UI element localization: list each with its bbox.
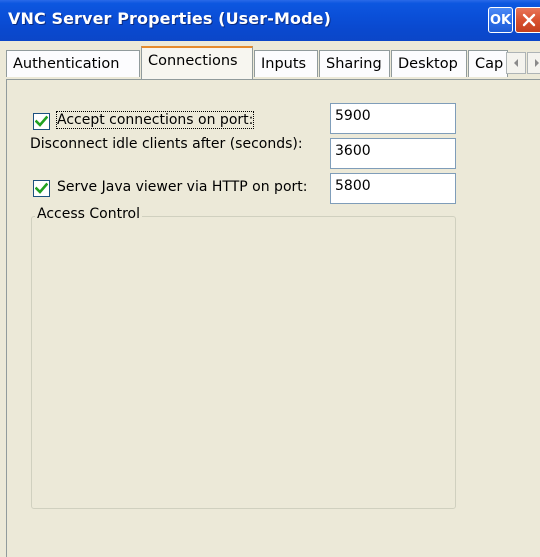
- vnc-properties-window: VNC Server Properties (User-Mode) OK Aut…: [0, 0, 540, 557]
- title-bar[interactable]: VNC Server Properties (User-Mode) OK: [0, 0, 540, 42]
- window-title: VNC Server Properties (User-Mode): [8, 9, 332, 28]
- tab-capture[interactable]: Cap: [468, 50, 508, 77]
- tab-connections[interactable]: Connections: [141, 46, 253, 79]
- accept-connections-checkbox[interactable]: [33, 113, 50, 130]
- checkmark-icon: [35, 115, 48, 127]
- checkmark-icon: [35, 182, 48, 194]
- access-control-group: [31, 216, 456, 509]
- accept-connections-label[interactable]: Accept connections on port:: [55, 111, 255, 129]
- tab-authentication[interactable]: Authentication: [6, 50, 140, 77]
- tab-inputs[interactable]: Inputs: [254, 50, 318, 77]
- access-control-title: Access Control: [35, 206, 142, 222]
- tab-desktop[interactable]: Desktop: [391, 50, 467, 77]
- close-icon: [522, 13, 536, 27]
- java-port-field[interactable]: 5800: [330, 173, 456, 204]
- idle-timeout-label: Disconnect idle clients after (seconds):: [30, 136, 303, 152]
- tab-sharing[interactable]: Sharing: [319, 50, 390, 77]
- arrow-right-icon: [535, 59, 539, 67]
- close-button[interactable]: [515, 7, 540, 33]
- accept-port-field[interactable]: 5900: [330, 103, 456, 134]
- tab-strip: Authentication Connections Inputs Sharin…: [0, 41, 540, 81]
- ok-button[interactable]: OK: [488, 7, 513, 33]
- tab-scroll-left-button[interactable]: [506, 52, 526, 74]
- java-viewer-checkbox[interactable]: [33, 180, 50, 197]
- tab-scroll-right-button[interactable]: [527, 52, 540, 74]
- java-viewer-label: Serve Java viewer via HTTP on port:: [57, 179, 308, 195]
- arrow-left-icon: [514, 59, 518, 67]
- idle-timeout-field[interactable]: 3600: [330, 138, 456, 169]
